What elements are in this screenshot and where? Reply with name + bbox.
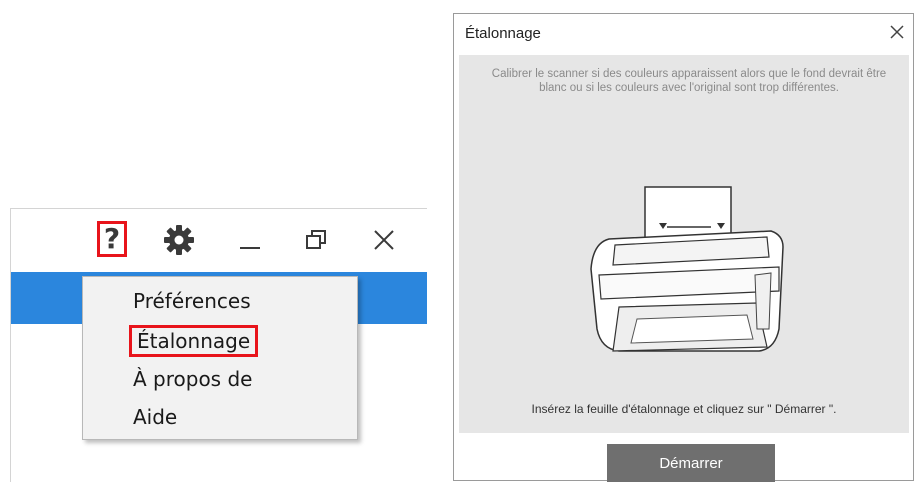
settings-button[interactable] [161,223,197,257]
minimize-icon [240,247,260,249]
close-icon [374,230,394,250]
restore-icon [306,230,326,249]
dialog-close-button[interactable] [885,20,909,44]
titlebar-controls: ? [11,209,427,273]
gear-icon [164,225,194,255]
close-button[interactable] [367,223,401,257]
main-window-fragment: ? Préférences Étalonnage À propos de Aid… [10,208,427,482]
dialog-description: Calibrer le scanner si des couleurs appa… [491,68,887,94]
calibration-dialog: Étalonnage Calibrer le scanner si des co… [453,13,914,482]
dialog-body: Calibrer le scanner si des couleurs appa… [459,55,909,433]
menu-item-preferences[interactable]: Préférences [133,289,251,313]
minimize-button[interactable] [235,223,265,257]
menu-item-about[interactable]: À propos de [133,367,252,391]
start-button[interactable]: Démarrer [607,444,775,482]
help-button[interactable]: ? [97,221,127,257]
help-menu: Préférences Étalonnage À propos de Aide [82,276,358,440]
dialog-instruction: Insérez la feuille d'étalonnage et cliqu… [531,402,837,416]
restore-button[interactable] [301,223,331,257]
menu-item-calibration[interactable]: Étalonnage [129,325,259,357]
help-icon: ? [103,222,121,255]
menu-item-help[interactable]: Aide [133,405,177,429]
close-icon [890,25,904,39]
dialog-title: Étalonnage [465,25,541,42]
scanner-illustration-icon [590,186,784,352]
